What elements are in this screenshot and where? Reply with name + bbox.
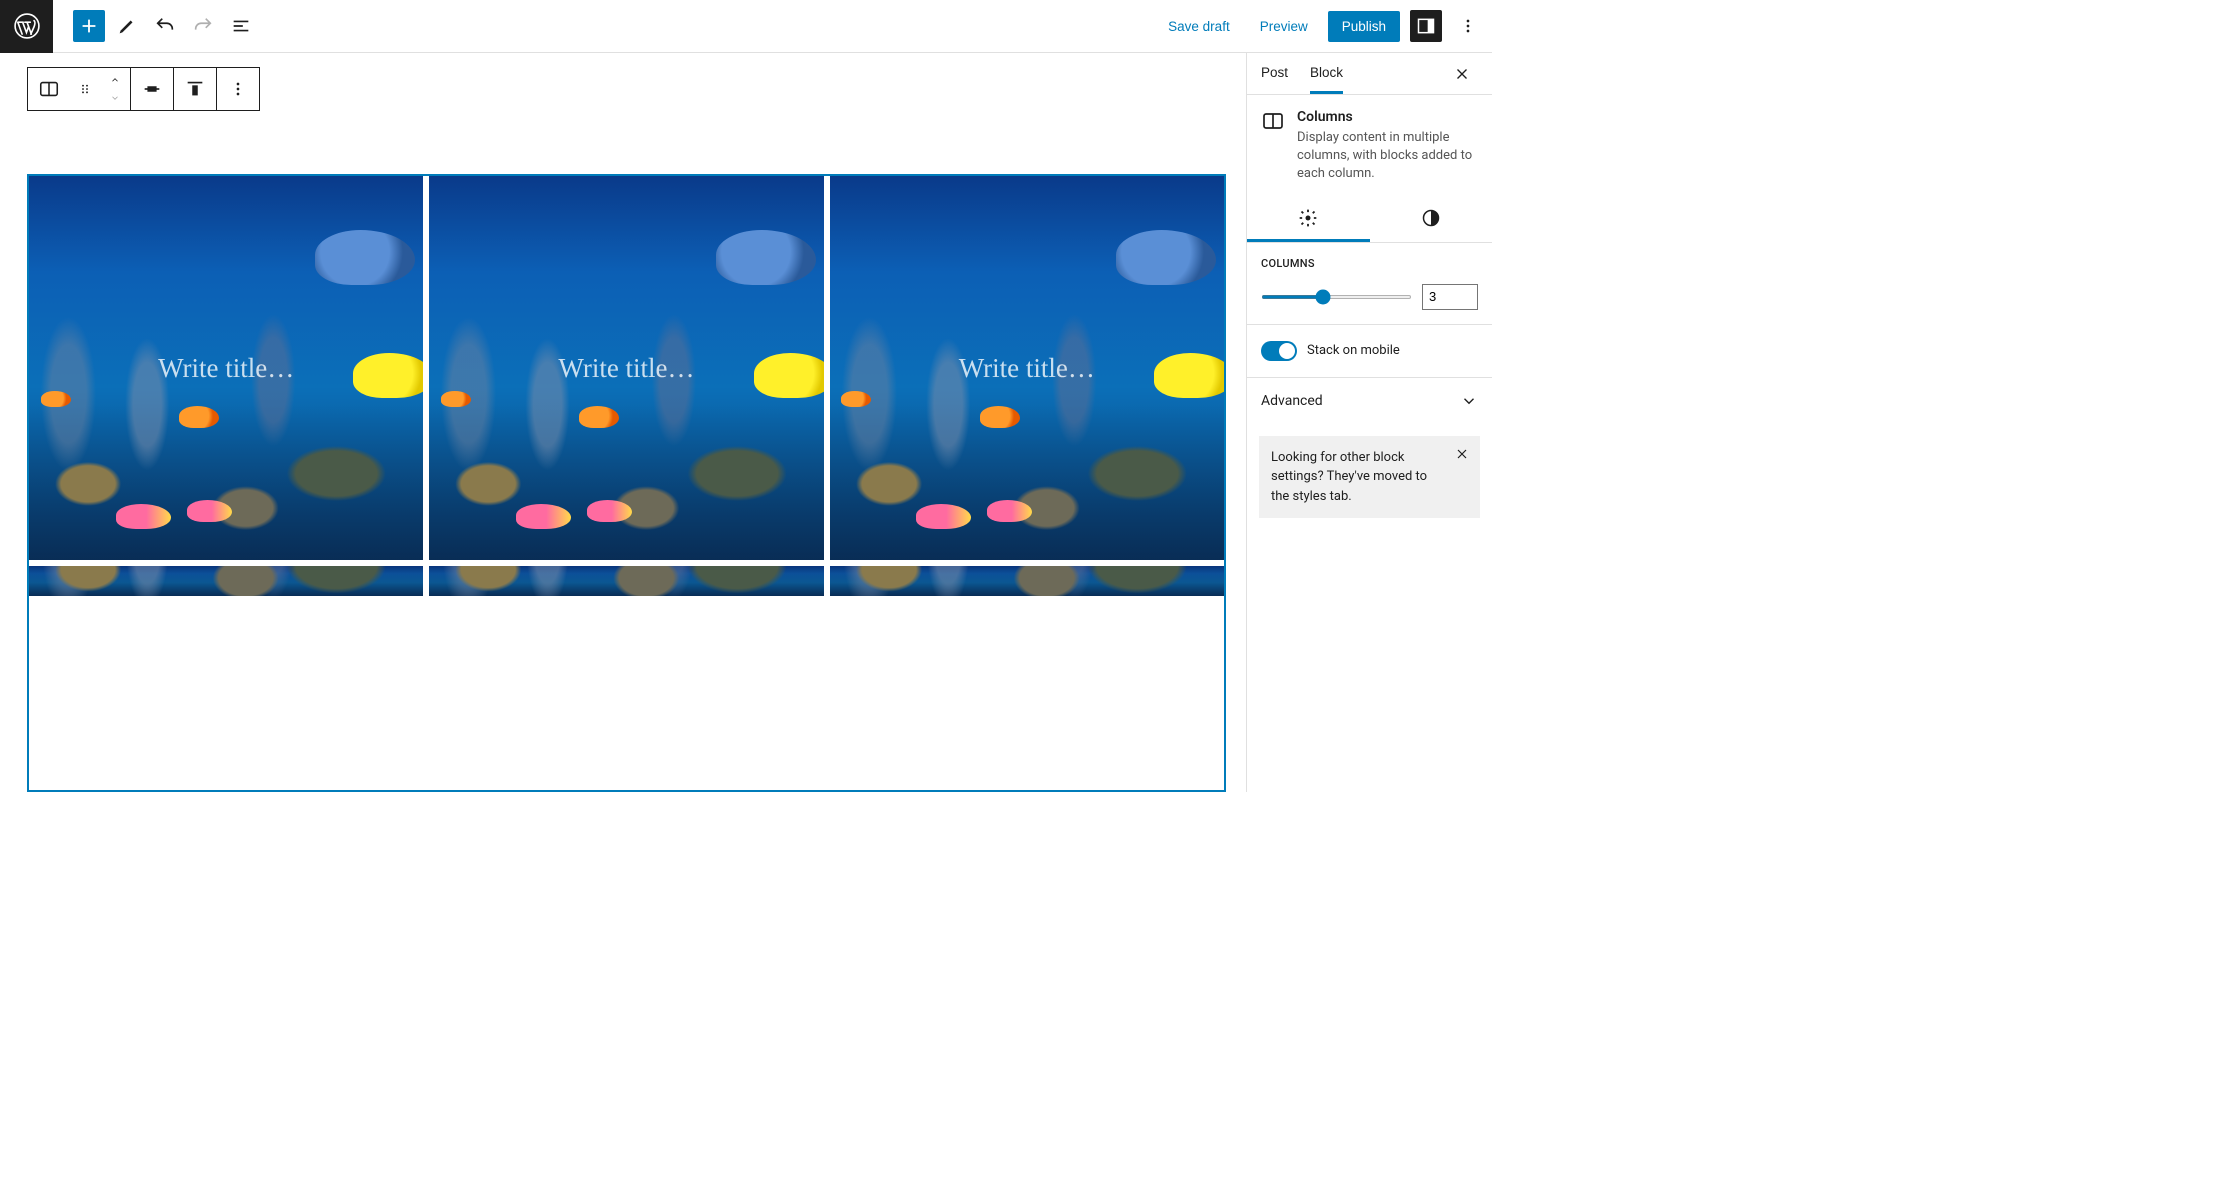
columns-block[interactable]: Write title… Write title… [27,174,1226,792]
list-view-icon [230,15,252,37]
preview-button[interactable]: Preview [1250,13,1318,40]
columns-icon [38,78,60,100]
advanced-label: Advanced [1261,393,1323,409]
sidebar-icon [1416,16,1436,36]
plus-icon [78,15,100,37]
columns-icon [1261,109,1285,133]
close-sidebar-button[interactable] [1446,58,1478,90]
columns-slider[interactable] [1261,295,1412,299]
pencil-icon [116,15,138,37]
block-type-button[interactable] [28,68,70,110]
subtab-settings[interactable] [1247,198,1370,242]
stack-on-mobile-toggle[interactable] [1261,341,1297,361]
edit-mode-button[interactable] [111,10,143,42]
columns-label: Columns [1261,257,1478,270]
dots-vertical-icon [1458,16,1478,36]
tab-post[interactable]: Post [1261,53,1288,94]
block-title: Columns [1297,109,1478,125]
top-toolbar: Save draft Preview Publish [0,0,1492,53]
vertical-align-button[interactable] [174,68,216,110]
vertical-align-top-icon [184,78,206,100]
cover-title-placeholder[interactable]: Write title… [158,353,294,384]
wordpress-logo[interactable] [0,0,53,53]
settings-sidebar: Post Block Columns Display content in mu… [1246,53,1492,792]
cover-title-placeholder[interactable]: Write title… [558,353,694,384]
chevron-up-icon [108,75,122,85]
move-down-button[interactable] [103,89,127,107]
cover-block[interactable]: Write title… [429,176,823,560]
block-toolbar [27,67,260,111]
align-button[interactable] [131,68,173,110]
subtab-styles[interactable] [1370,198,1493,242]
redo-button[interactable] [187,10,219,42]
block-options-button[interactable] [217,68,259,110]
dismiss-notice-button[interactable] [1450,442,1474,466]
columns-input[interactable] [1422,284,1478,310]
redo-icon [192,15,214,37]
cover-block[interactable]: Write title… [29,176,423,560]
columns-panel: Columns [1247,243,1492,325]
publish-button[interactable]: Publish [1328,11,1400,42]
align-icon [141,78,163,100]
advanced-panel-toggle[interactable]: Advanced [1247,378,1492,424]
document-overview-button[interactable] [225,10,257,42]
cover-block[interactable] [29,566,423,596]
block-description: Display content in multiple columns, wit… [1297,129,1478,184]
styles-icon [1421,208,1441,228]
block-card: Columns Display content in multiple colu… [1247,95,1492,198]
notice-text: Looking for other block settings? They'v… [1271,450,1427,504]
close-icon [1454,446,1470,462]
move-up-button[interactable] [103,71,127,89]
add-block-button[interactable] [73,10,105,42]
save-draft-button[interactable]: Save draft [1158,13,1240,40]
undo-button[interactable] [149,10,181,42]
drag-handle[interactable] [70,68,100,110]
options-button[interactable] [1452,10,1484,42]
styles-notice: Looking for other block settings? They'v… [1259,436,1480,519]
drag-icon [77,81,93,97]
cover-block[interactable] [429,566,823,596]
stack-on-mobile-label: Stack on mobile [1307,343,1400,358]
editor-canvas[interactable]: Write title… Write title… [0,53,1246,792]
tab-block[interactable]: Block [1310,53,1343,94]
dots-vertical-icon [228,79,248,99]
gear-icon [1298,208,1318,228]
close-icon [1453,65,1471,83]
undo-icon [154,15,176,37]
cover-block[interactable]: Write title… [830,176,1224,560]
wordpress-icon [14,13,40,39]
chevron-down-icon [1460,392,1478,410]
settings-toggle-button[interactable] [1410,10,1442,42]
chevron-down-icon [108,93,122,103]
cover-block[interactable] [830,566,1224,596]
cover-title-placeholder[interactable]: Write title… [959,353,1095,384]
